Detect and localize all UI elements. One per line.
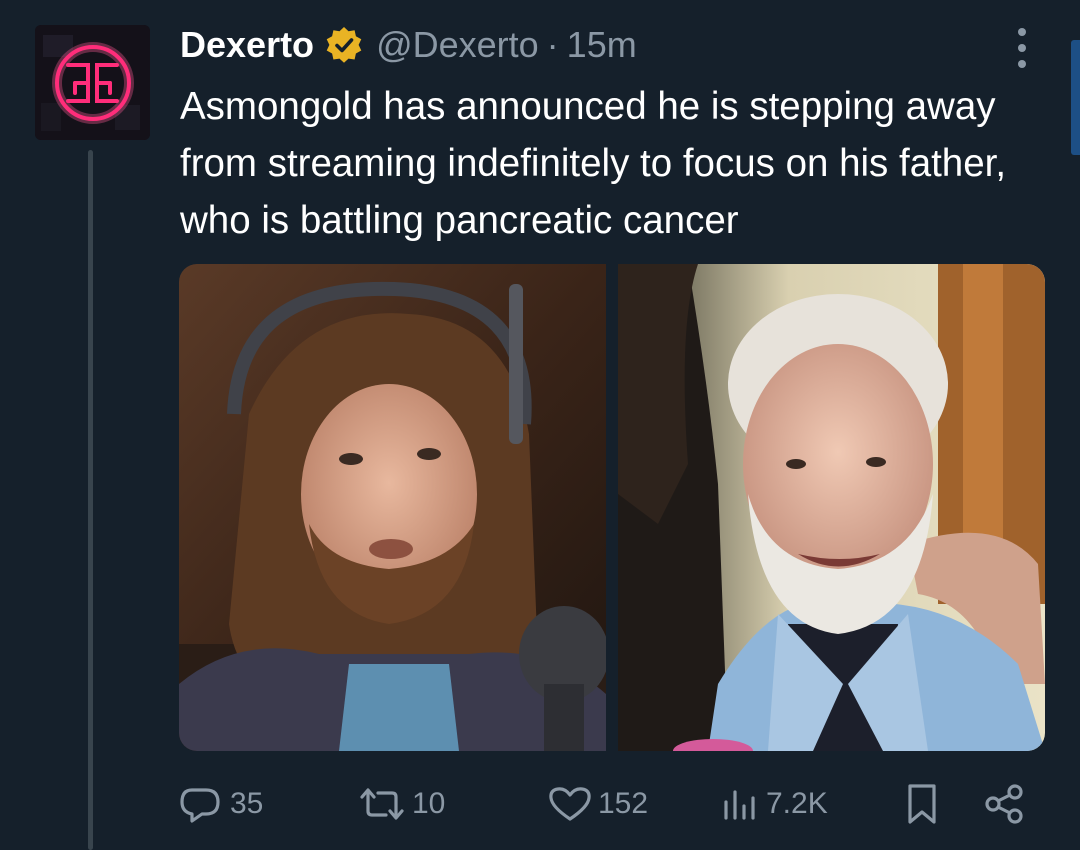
separator-dot: ·	[546, 24, 559, 65]
views-icon	[724, 790, 755, 820]
tweet-text: Asmongold has announced he is stepping a…	[180, 85, 1007, 242]
reply-count: 35	[230, 787, 264, 820]
share-button[interactable]	[982, 776, 1026, 832]
photo-streamer-image	[179, 264, 606, 751]
author-handle[interactable]: @Dexerto	[376, 24, 539, 66]
bookmark-button[interactable]	[902, 776, 942, 832]
photo-father-image	[618, 264, 1045, 751]
more-dot	[1018, 44, 1026, 52]
tweet-header: Dexerto @Dexerto · 15m	[180, 20, 637, 70]
like-button[interactable]: 152	[546, 776, 648, 832]
photo-streamer-with-headset[interactable]	[179, 264, 606, 751]
reply-button[interactable]: 35	[178, 776, 263, 832]
retweet-count: 10	[412, 787, 446, 820]
author-name[interactable]: Dexerto	[180, 24, 314, 66]
photo-elderly-man-smiling[interactable]	[618, 264, 1045, 751]
scrollbar[interactable]	[1071, 40, 1080, 155]
views-button[interactable]: 7.2K	[718, 776, 828, 832]
verified-gold-badge-icon[interactable]	[324, 25, 364, 65]
author-avatar[interactable]	[35, 25, 150, 140]
more-dot	[1018, 28, 1026, 36]
retweet-button[interactable]: 10	[356, 776, 445, 832]
share-icon	[985, 784, 1023, 824]
more-dot	[1018, 60, 1026, 68]
retweet-icon	[360, 788, 404, 820]
like-count: 152	[598, 787, 649, 820]
tweet-actions: 35 10 152 7.2K	[178, 776, 1038, 832]
tweet-timestamp[interactable]: 15m	[567, 24, 637, 66]
more-vertical-icon[interactable]	[1012, 28, 1032, 68]
dexerto-neon-logo-icon	[35, 25, 150, 140]
reply-icon	[180, 788, 220, 823]
view-count: 7.2K	[766, 787, 828, 820]
media-grid	[179, 264, 1045, 751]
thread-line	[88, 150, 93, 850]
heart-icon	[549, 787, 591, 821]
bookmark-icon	[908, 784, 936, 824]
